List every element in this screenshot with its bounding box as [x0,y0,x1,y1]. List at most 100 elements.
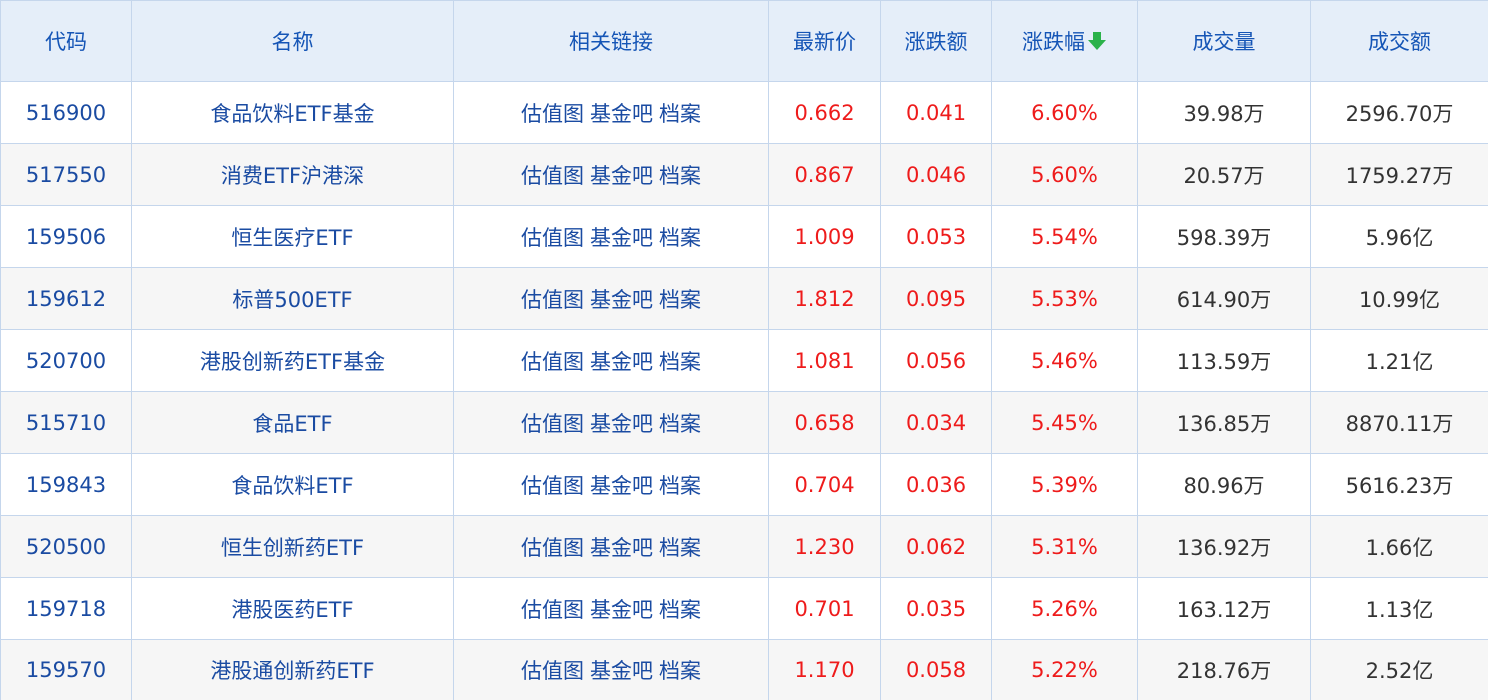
fund-code-link[interactable]: 159506 [26,225,106,249]
price-change-pct: 5.45% [992,392,1138,454]
header-code[interactable]: 代码 [1,1,132,82]
trade-turnover: 1.66亿 [1311,516,1488,578]
price-change: 0.062 [881,516,992,578]
latest-price: 0.704 [769,454,881,516]
valuation-chart-link[interactable]: 估值图 [521,164,584,188]
fund-name-link[interactable]: 食品饮料ETF [231,474,353,498]
valuation-chart-link[interactable]: 估值图 [521,536,584,560]
related-links: 估值图基金吧档案 [454,330,769,392]
valuation-chart-link[interactable]: 估值图 [521,102,584,126]
fund-forum-link[interactable]: 基金吧 [590,412,653,436]
fund-archive-link[interactable]: 档案 [659,659,701,683]
price-change: 0.036 [881,454,992,516]
header-turnover[interactable]: 成交额 [1311,1,1488,82]
valuation-chart-link[interactable]: 估值图 [521,474,584,498]
trade-volume: 39.98万 [1138,82,1311,144]
fund-forum-link[interactable]: 基金吧 [590,598,653,622]
table-row: 517550消费ETF沪港深估值图基金吧档案0.8670.0465.60%20.… [1,144,1488,206]
fund-code-link[interactable]: 515710 [26,411,106,435]
header-change-pct[interactable]: 涨跌幅 [992,1,1138,82]
fund-code-link[interactable]: 159612 [26,287,106,311]
trade-volume: 80.96万 [1138,454,1311,516]
fund-code-link[interactable]: 520500 [26,535,106,559]
related-links: 估值图基金吧档案 [454,640,769,700]
price-change-pct: 5.60% [992,144,1138,206]
fund-name-link[interactable]: 食品饮料ETF基金 [210,102,374,126]
table-row: 159506恒生医疗ETF估值图基金吧档案1.0090.0535.54%598.… [1,206,1488,268]
table-row: 515710 食品ETF 估值图基金吧档案 0.6580.0345.45%136.85… [1,392,1488,454]
price-change-pct: 5.54% [992,206,1138,268]
valuation-chart-link[interactable]: 估值图 [521,226,584,250]
fund-name-link[interactable]: 食品ETF [252,412,332,436]
fund-name-link[interactable]: 港股通创新药ETF [210,659,374,683]
fund-forum-link[interactable]: 基金吧 [590,659,653,683]
header-change[interactable]: 涨跌额 [881,1,992,82]
fund-archive-link[interactable]: 档案 [659,474,701,498]
fund-archive-link[interactable]: 档案 [659,102,701,126]
fund-name-link[interactable]: 标普500ETF [232,288,352,312]
latest-price: 0.701 [769,578,881,640]
trade-volume: 20.57万 [1138,144,1311,206]
fund-archive-link[interactable]: 档案 [659,288,701,312]
arrow-down-icon[interactable] [1087,30,1107,52]
header-change-pct-label: 涨跌幅 [1022,30,1085,54]
price-change: 0.095 [881,268,992,330]
header-name[interactable]: 名称 [132,1,454,82]
fund-name-link[interactable]: 恒生医疗ETF [231,226,353,250]
price-change: 0.034 [881,392,992,454]
fund-archive-link[interactable]: 档案 [659,226,701,250]
fund-name-link[interactable]: 港股医药ETF [231,598,353,622]
fund-forum-link[interactable]: 基金吧 [590,350,653,374]
fund-code-link[interactable]: 516900 [26,101,106,125]
related-links: 估值图基金吧档案 [454,144,769,206]
valuation-chart-link[interactable]: 估值图 [521,598,584,622]
trade-turnover: 2.52亿 [1311,640,1488,700]
fund-forum-link[interactable]: 基金吧 [590,226,653,250]
price-change: 0.035 [881,578,992,640]
trade-volume: 614.90万 [1138,268,1311,330]
header-price[interactable]: 最新价 [769,1,881,82]
fund-archive-link[interactable]: 档案 [659,536,701,560]
latest-price: 0.658 [769,392,881,454]
fund-code-link[interactable]: 159718 [26,597,106,621]
table-row: 516900食品饮料ETF基金估值图基金吧档案0.6620.0416.60%39… [1,82,1488,144]
price-change-pct: 5.46% [992,330,1138,392]
fund-code-link[interactable]: 159570 [26,658,106,682]
latest-price: 1.170 [769,640,881,700]
valuation-chart-link[interactable]: 估值图 [521,412,584,436]
price-change: 0.046 [881,144,992,206]
table-row: 520500恒生创新药ETF估值图基金吧档案1.2300.0625.31%136… [1,516,1488,578]
fund-archive-link[interactable]: 档案 [659,164,701,188]
latest-price: 0.662 [769,82,881,144]
fund-name-link[interactable]: 消费ETF沪港深 [221,164,364,188]
fund-forum-link[interactable]: 基金吧 [590,164,653,188]
trade-turnover: 10.99亿 [1311,268,1488,330]
fund-forum-link[interactable]: 基金吧 [590,102,653,126]
fund-forum-link[interactable]: 基金吧 [590,474,653,498]
fund-forum-link[interactable]: 基金吧 [590,288,653,312]
fund-code-link[interactable]: 517550 [26,163,106,187]
table-body: 516900食品饮料ETF基金估值图基金吧档案0.6620.0416.60%39… [1,82,1488,700]
valuation-chart-link[interactable]: 估值图 [521,288,584,312]
trade-volume: 113.59万 [1138,330,1311,392]
header-links: 相关链接 [454,1,769,82]
trade-volume: 598.39万 [1138,206,1311,268]
fund-name-link[interactable]: 恒生创新药ETF [221,536,364,560]
fund-archive-link[interactable]: 档案 [659,598,701,622]
price-change: 0.041 [881,82,992,144]
header-volume[interactable]: 成交量 [1138,1,1311,82]
trade-volume: 136.85万 [1138,392,1311,454]
related-links: 估值图基金吧档案 [454,268,769,330]
trade-volume: 218.76万 [1138,640,1311,700]
fund-name-link[interactable]: 港股创新药ETF基金 [200,350,385,374]
fund-code-link[interactable]: 520700 [26,349,106,373]
fund-archive-link[interactable]: 档案 [659,350,701,374]
fund-code-link[interactable]: 159843 [26,473,106,497]
table-row: 520700港股创新药ETF基金估值图基金吧档案1.0810.0565.46%1… [1,330,1488,392]
fund-forum-link[interactable]: 基金吧 [590,536,653,560]
price-change-pct: 5.39% [992,454,1138,516]
valuation-chart-link[interactable]: 估值图 [521,659,584,683]
valuation-chart-link[interactable]: 估值图 [521,350,584,374]
price-change-pct: 5.22% [992,640,1138,700]
fund-archive-link[interactable]: 档案 [659,412,701,436]
